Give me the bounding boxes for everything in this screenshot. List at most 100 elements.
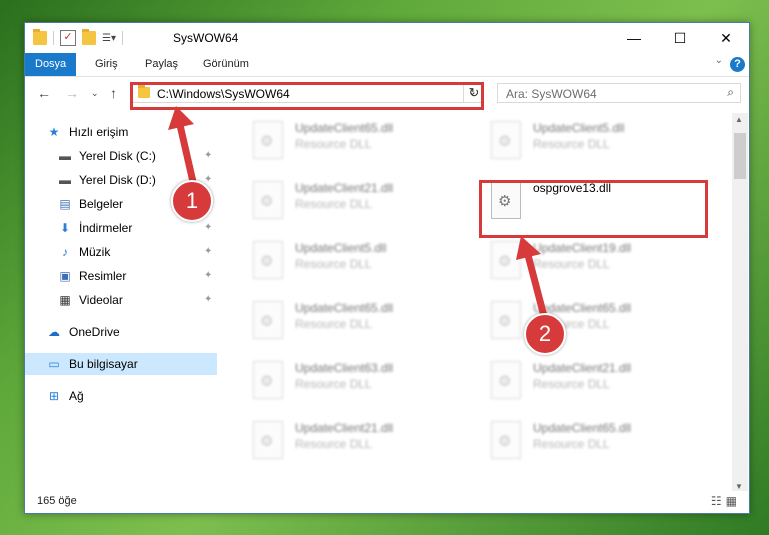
search-icon: ⌕ <box>727 85 734 99</box>
pin-icon: ✦ <box>204 270 213 281</box>
properties-icon[interactable]: ✓ <box>60 30 76 46</box>
back-arrow-icon[interactable]: ← <box>37 85 51 101</box>
file-name: UpdateClient5.dll <box>295 241 387 255</box>
file-item[interactable]: ⚙ UpdateClient21.dll Resource DLL <box>247 177 472 227</box>
status-bar: 165 öğe ☷▦ <box>25 491 749 513</box>
dll-file-icon: ⚙ <box>491 421 521 459</box>
view-toggle-icons[interactable]: ☷▦ <box>711 494 741 508</box>
sidebar-item-label: Videolar <box>79 293 123 307</box>
file-item[interactable]: ⚙ UpdateClient65.dll Resource DLL <box>247 297 472 347</box>
step-badge-2: 2 <box>524 313 566 355</box>
file-name: UpdateClient5.dll <box>533 121 625 135</box>
file-item[interactable]: ⚙ UpdateClient21.dll Resource DLL <box>485 357 710 407</box>
sidebar-item-muzik[interactable]: ♪ Müzik ✦ <box>25 241 217 263</box>
search-input[interactable]: Ara: SysWOW64 ⌕ <box>497 83 741 103</box>
sidebar-item-label: OneDrive <box>69 325 120 339</box>
gear-icon: ⚙ <box>498 373 512 390</box>
document-icon: ▤ <box>59 197 71 211</box>
dll-file-icon: ⚙ <box>253 181 283 219</box>
network-icon: ⊞ <box>48 389 60 403</box>
sidebar-item-onedrive[interactable]: ☁ OneDrive <box>25 321 217 343</box>
sidebar-item-label: Yerel Disk (D:) <box>79 173 156 187</box>
scroll-up-icon[interactable]: ▲ <box>735 115 743 124</box>
star-icon: ★ <box>48 125 60 139</box>
file-type: Resource DLL <box>295 317 372 331</box>
dll-file-icon: ⚙ <box>253 421 283 459</box>
sidebar-item-yerel-disk-c[interactable]: ▬ Yerel Disk (C:) ✦ <box>25 145 217 167</box>
sidebar-item-ag[interactable]: ⊞ Ağ <box>25 385 217 407</box>
file-item[interactable]: ⚙ UpdateClient65.dll Resource DLL <box>485 297 710 347</box>
scroll-down-icon[interactable]: ▼ <box>735 482 743 491</box>
sidebar-item-label: Belgeler <box>79 197 124 211</box>
maximize-button[interactable]: ☐ <box>657 23 703 53</box>
file-type: Resource DLL <box>295 437 372 451</box>
file-type: Resource DLL <box>533 257 610 271</box>
ribbon-tabs: Dosya Giriş Paylaş Görünüm ⌄ ? <box>25 53 749 77</box>
file-type: Resource DLL <box>295 377 372 391</box>
drive-icon: ▬ <box>59 173 71 187</box>
window-title: SysWOW64 <box>173 31 239 45</box>
minimize-button[interactable]: — <box>611 23 657 53</box>
gear-icon: ⚙ <box>260 313 274 330</box>
sidebar-item-label: Resimler <box>79 269 127 283</box>
file-name: UpdateClient65.dll <box>295 301 394 315</box>
tab-giris[interactable]: Giriş <box>85 53 128 76</box>
file-type: Resource DLL <box>533 377 610 391</box>
sidebar-item-resimler[interactable]: ▣ Resimler ✦ <box>25 265 217 287</box>
dll-file-icon: ⚙ <box>491 241 521 279</box>
vertical-scrollbar[interactable]: ▲ ▼ <box>732 113 748 493</box>
file-item[interactable]: ⚙ UpdateClient21.dll Resource DLL <box>247 417 472 467</box>
file-type: Resource DLL <box>295 197 372 211</box>
forward-arrow-icon[interactable]: → <box>65 85 79 101</box>
sidebar-item-label: Hızlı erişim <box>69 125 129 139</box>
file-item[interactable]: ⚙ UpdateClient65.dll Resource DLL <box>247 117 472 167</box>
pin-icon: ✦ <box>204 246 213 257</box>
file-type: Resource DLL <box>295 257 372 271</box>
tab-dosya[interactable]: Dosya <box>25 53 77 76</box>
help-icon[interactable]: ? <box>730 57 745 72</box>
navigation-pane: ★ Hızlı erişim ▬ Yerel Disk (C:) ✦ ▬ Yer… <box>25 113 217 483</box>
sidebar-item-label: Ağ <box>69 389 84 403</box>
file-item[interactable]: ⚙ UpdateClient5.dll Resource DLL <box>485 117 710 167</box>
file-item[interactable]: ⚙ UpdateClient65.dll Resource DLL <box>485 417 710 467</box>
close-button[interactable]: ✕ <box>703 23 749 53</box>
address-highlight-box <box>130 82 484 110</box>
new-folder-icon[interactable] <box>82 29 96 45</box>
dll-file-icon: ⚙ <box>253 121 283 159</box>
expand-ribbon-icon[interactable]: ⌄ <box>715 55 723 66</box>
scroll-thumb[interactable] <box>734 133 746 179</box>
file-type: Resource DLL <box>533 137 610 151</box>
customize-toolbar-icon[interactable]: ☰▾ <box>102 33 116 44</box>
dll-file-icon: ⚙ <box>253 301 283 339</box>
sidebar-item-label: Bu bilgisayar <box>69 357 138 371</box>
tab-paylas[interactable]: Paylaş <box>135 53 188 76</box>
file-highlight-box <box>479 180 708 238</box>
gear-icon: ⚙ <box>260 433 274 450</box>
file-item[interactable]: ⚙ UpdateClient63.dll Resource DLL <box>247 357 472 407</box>
separator <box>53 31 54 45</box>
recent-locations-icon[interactable]: ⌄ <box>91 88 99 99</box>
quick-access-toolbar: ✓ ☰▾ <box>33 29 123 46</box>
gear-icon: ⚙ <box>260 193 274 210</box>
dll-file-icon: ⚙ <box>253 361 283 399</box>
file-item[interactable]: ⚙ UpdateClient5.dll Resource DLL <box>247 237 472 287</box>
sidebar-item-hizli-erisim[interactable]: ★ Hızlı erişim <box>25 121 217 143</box>
up-arrow-icon[interactable]: ↑ <box>110 85 117 101</box>
step-badge-1: 1 <box>171 180 213 222</box>
sidebar-item-bu-bilgisayar[interactable]: ▭ Bu bilgisayar <box>25 353 217 375</box>
folder-icon[interactable] <box>33 29 47 45</box>
dll-file-icon: ⚙ <box>491 301 521 339</box>
file-item[interactable]: ⚙ UpdateClient19.dll Resource DLL <box>485 237 710 287</box>
file-list: ⚙ UpdateClient65.dll Resource DLL ⚙ Upda… <box>221 113 736 493</box>
pin-icon: ✦ <box>204 294 213 305</box>
sidebar-item-videolar[interactable]: ▦ Videolar ✦ <box>25 289 217 311</box>
title-bar: ✓ ☰▾ SysWOW64 — ☐ ✕ <box>25 23 749 53</box>
file-name: UpdateClient21.dll <box>295 181 394 195</box>
dll-file-icon: ⚙ <box>491 361 521 399</box>
tab-gorunum[interactable]: Görünüm <box>193 53 259 76</box>
download-icon: ⬇ <box>59 221 71 235</box>
file-name: UpdateClient21.dll <box>295 421 394 435</box>
computer-icon: ▭ <box>48 357 60 371</box>
gear-icon: ⚙ <box>498 313 512 330</box>
video-icon: ▦ <box>59 293 71 307</box>
